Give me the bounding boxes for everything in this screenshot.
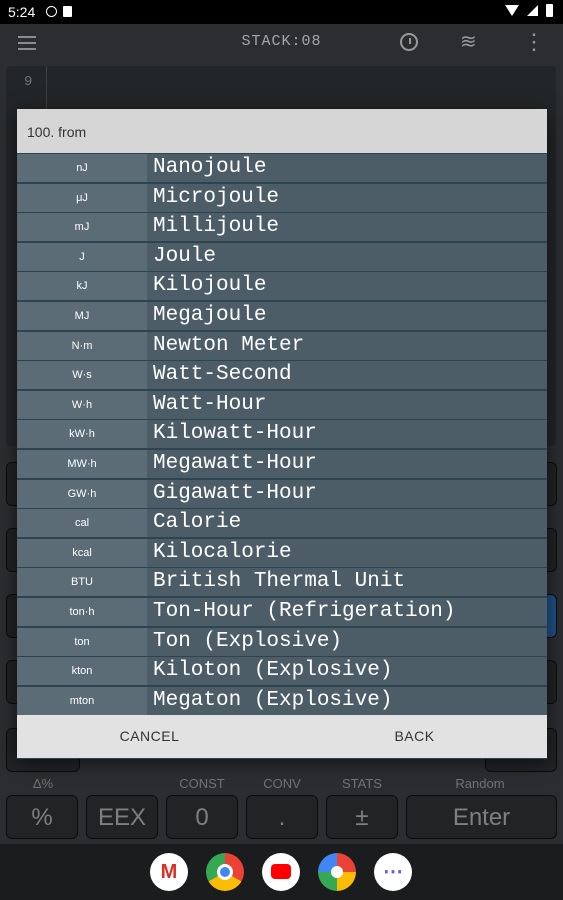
unit-name: Gigawatt-Hour <box>147 479 547 508</box>
unit-symbol: mton <box>17 686 147 715</box>
unit-row[interactable]: MW·h Megawatt-Hour <box>17 450 547 479</box>
unit-symbol: kton <box>17 657 147 686</box>
app-drawer-icon[interactable] <box>374 853 412 891</box>
unit-name: British Thermal Unit <box>147 568 547 597</box>
youtube-icon[interactable] <box>262 853 300 891</box>
unit-symbol: W·h <box>17 390 147 419</box>
unit-row[interactable]: ton Ton (Explosive) <box>17 627 547 657</box>
app-dock <box>0 844 563 900</box>
unit-name: Kiloton (Explosive) <box>147 657 547 686</box>
unit-list[interactable]: nJ Nanojoule μJ Microjoule mJ Millijoule J Joul… <box>17 153 547 759</box>
unit-symbol: kW·h <box>17 420 147 449</box>
dialog-title: 100. from <box>27 124 87 140</box>
unit-row[interactable]: nJ Nanojoule <box>17 154 547 183</box>
unit-name: Megaton (Explosive) <box>147 686 547 715</box>
unit-symbol: MJ <box>17 302 147 330</box>
sync-icon <box>46 6 57 17</box>
status-bar: 5:24 <box>0 0 563 24</box>
unit-name: Calorie <box>147 509 547 538</box>
unit-name: Ton-Hour (Refrigeration) <box>147 598 547 626</box>
unit-symbol: nJ <box>17 154 147 182</box>
unit-symbol: W·s <box>17 361 147 390</box>
unit-row[interactable]: W·h Watt-Hour <box>17 390 547 420</box>
unit-symbol: kcal <box>17 538 147 567</box>
unit-row[interactable]: mJ Millijoule <box>17 213 547 242</box>
unit-name: Joule <box>147 242 547 271</box>
unit-row[interactable]: ton·h Ton-Hour (Refrigeration) <box>17 598 547 627</box>
unit-row[interactable]: GW·h Gigawatt-Hour <box>17 479 547 509</box>
unit-row[interactable]: N·m Newton Meter <box>17 331 547 361</box>
wifi-icon <box>505 5 519 16</box>
unit-conversion-dialog: 100. from nJ Nanojoule μJ Microjoule mJ Milli… <box>17 109 547 759</box>
unit-row[interactable]: kton Kiloton (Explosive) <box>17 657 547 686</box>
unit-symbol: ton·h <box>17 598 147 626</box>
unit-name: Microjoule <box>147 183 547 212</box>
unit-symbol: GW·h <box>17 479 147 508</box>
unit-name: Megajoule <box>147 302 547 330</box>
unit-name: Kilowatt-Hour <box>147 420 547 449</box>
unit-symbol: J <box>17 242 147 271</box>
unit-name: Newton Meter <box>147 331 547 360</box>
unit-symbol: μJ <box>17 183 147 212</box>
unit-symbol: N·m <box>17 331 147 360</box>
battery-icon <box>546 4 553 17</box>
dialog-button-bar: CANCEL BACK <box>17 715 547 758</box>
unit-row[interactable]: mton Megaton (Explosive) <box>17 686 547 716</box>
unit-symbol: cal <box>17 509 147 538</box>
back-button[interactable]: BACK <box>282 715 547 758</box>
photos-icon[interactable] <box>318 853 356 891</box>
signal-icon <box>527 5 538 16</box>
unit-row[interactable]: kW·h Kilowatt-Hour <box>17 420 547 449</box>
unit-row[interactable]: W·s Watt-Second <box>17 361 547 390</box>
unit-row[interactable]: cal Calorie <box>17 509 547 538</box>
unit-row[interactable]: J Joule <box>17 242 547 272</box>
cancel-button[interactable]: CANCEL <box>17 715 282 758</box>
unit-symbol: ton <box>17 627 147 656</box>
status-icons <box>505 4 553 17</box>
unit-name: Nanojoule <box>147 154 547 182</box>
unit-row[interactable]: kJ Kilojoule <box>17 272 547 301</box>
unit-name: Kilocalorie <box>147 538 547 567</box>
unit-row[interactable]: BTU British Thermal Unit <box>17 568 547 597</box>
unit-name: Millijoule <box>147 213 547 242</box>
sd-card-icon <box>63 6 72 17</box>
unit-row[interactable]: μJ Microjoule <box>17 183 547 213</box>
unit-row[interactable]: kcal Kilocalorie <box>17 538 547 568</box>
unit-name: Kilojoule <box>147 272 547 301</box>
unit-symbol: MW·h <box>17 450 147 478</box>
chrome-icon[interactable] <box>206 853 244 891</box>
unit-name: Megawatt-Hour <box>147 450 547 478</box>
unit-symbol: kJ <box>17 272 147 301</box>
gmail-icon[interactable] <box>150 853 188 891</box>
status-time: 5:24 <box>8 4 36 20</box>
unit-symbol: mJ <box>17 213 147 242</box>
unit-name: Watt-Second <box>147 361 547 390</box>
unit-symbol: BTU <box>17 568 147 597</box>
unit-name: Ton (Explosive) <box>147 627 547 656</box>
unit-row[interactable]: MJ Megajoule <box>17 302 547 331</box>
unit-name: Watt-Hour <box>147 390 547 419</box>
